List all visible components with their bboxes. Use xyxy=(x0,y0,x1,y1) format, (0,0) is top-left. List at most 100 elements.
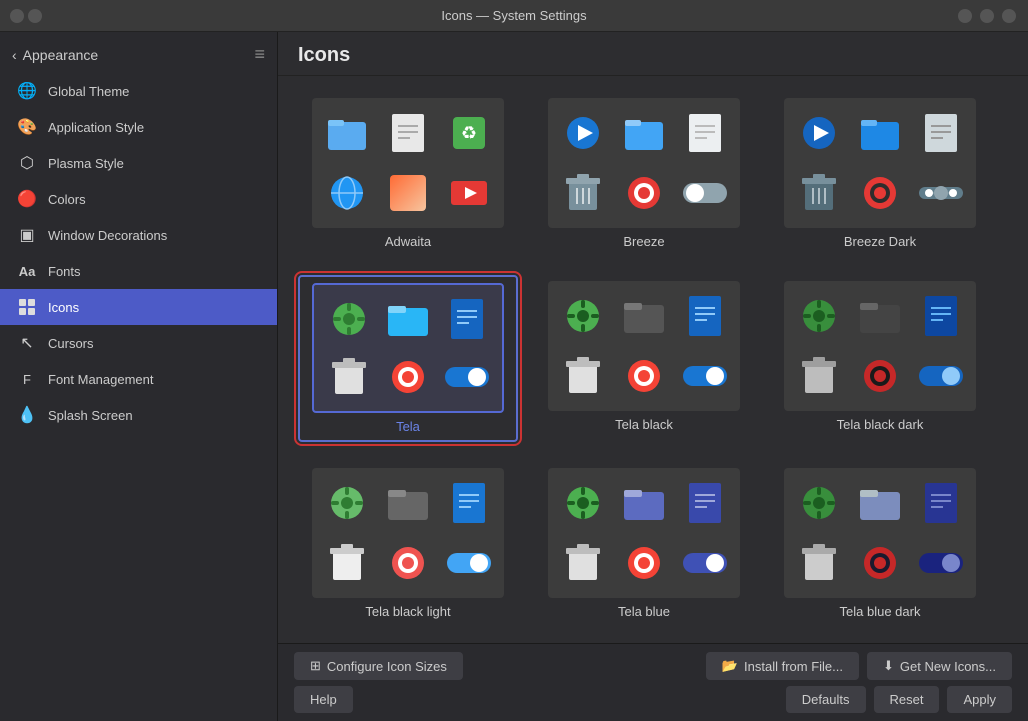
main-layout: ‹ Appearance ≡ 🌐 Global Theme 🎨 Applicat… xyxy=(0,32,1028,721)
adwaita-file xyxy=(379,104,438,162)
install-from-file-button[interactable]: 📂 Install from File... xyxy=(706,652,859,680)
sidebar-item-splash-screen[interactable]: 💧 Splash Screen xyxy=(0,397,277,433)
tela-black-dark-trash xyxy=(790,347,849,405)
tela-blue-dark-file xyxy=(911,474,970,532)
adwaita-sphere xyxy=(318,164,377,222)
global-theme-icon: 🌐 xyxy=(16,80,38,102)
tela-black-folder xyxy=(615,287,674,345)
sidebar-item-icons[interactable]: Icons xyxy=(0,289,277,325)
footer-left-buttons: Help xyxy=(294,686,353,713)
sidebar-item-label: Font Management xyxy=(48,372,154,387)
breeze-lifebuoy xyxy=(615,164,674,222)
tela-black-dark-file xyxy=(911,287,970,345)
tela-blue-settings xyxy=(554,474,613,532)
tela-black-trash xyxy=(554,347,613,405)
tela-black-toggle xyxy=(675,347,734,405)
tela-lifebuoy xyxy=(379,349,436,405)
application-style-icon: 🎨 xyxy=(16,116,38,138)
svg-text:♻: ♻ xyxy=(461,123,477,143)
sidebar-item-label: Window Decorations xyxy=(48,228,167,243)
tela-trash xyxy=(320,349,377,405)
reset-button[interactable]: Reset xyxy=(874,686,940,713)
sidebar-item-cursors[interactable]: ↖ Cursors xyxy=(0,325,277,361)
sidebar-item-label: Plasma Style xyxy=(48,156,124,171)
breeze-dark-trash xyxy=(790,164,849,222)
back-button[interactable]: ‹ Appearance xyxy=(12,47,98,63)
themes-row-2: Tela xyxy=(298,275,1008,442)
tela-blue-file xyxy=(675,474,734,532)
maximize-button[interactable] xyxy=(980,9,994,23)
theme-label-breeze-dark: Breeze Dark xyxy=(844,234,916,249)
tela-blue-dark-settings xyxy=(790,474,849,532)
sidebar-item-window-decorations[interactable]: ▣ Window Decorations xyxy=(0,217,277,253)
help-button[interactable]: Help xyxy=(294,686,353,713)
theme-card-adwaita[interactable]: ♻ xyxy=(298,92,518,255)
window-title: Icons — System Settings xyxy=(441,8,586,23)
install-icon: 📂 xyxy=(722,658,738,674)
themes-row-1: ♻ xyxy=(298,92,1008,255)
breeze-dark-folder xyxy=(851,104,910,162)
plasma-style-icon: ⬡ xyxy=(16,152,38,174)
content-area: Icons xyxy=(278,32,1028,721)
breeze-trash xyxy=(554,164,613,222)
configure-icon-sizes-button[interactable]: ⊞ Configure Icon Sizes xyxy=(294,652,463,680)
tela-black-dark-settings xyxy=(790,287,849,345)
sidebar-item-font-management[interactable]: F Font Management xyxy=(0,361,277,397)
breeze-folder xyxy=(615,104,674,162)
footer-right-buttons: Defaults Reset Apply xyxy=(786,686,1012,713)
icons-icon xyxy=(16,296,38,318)
back-icon: ‹ xyxy=(12,47,17,63)
theme-card-tela-black-dark[interactable]: Tela black dark xyxy=(770,275,990,442)
tela-black-settings xyxy=(554,287,613,345)
breeze-play xyxy=(554,104,613,162)
theme-card-tela-black[interactable]: Tela black xyxy=(534,275,754,442)
titlebar: Icons — System Settings xyxy=(0,0,1028,32)
page-title: Icons xyxy=(298,44,350,66)
theme-label-tela-blue-dark: Tela blue dark xyxy=(840,604,921,619)
theme-card-tela-blue[interactable]: Tela blue xyxy=(534,462,754,625)
icon-themes-grid: ♻ xyxy=(278,76,1028,643)
breeze-dark-slider xyxy=(911,164,970,222)
sidebar-item-application-style[interactable]: 🎨 Application Style xyxy=(0,109,277,145)
titlebar-app-icons xyxy=(10,9,42,23)
sidebar-item-label: Application Style xyxy=(48,120,144,135)
window-decorations-icon: ▣ xyxy=(16,224,38,246)
theme-card-tela[interactable]: Tela xyxy=(298,275,518,442)
splash-screen-icon: 💧 xyxy=(16,404,38,426)
footer-buttons: Help Defaults Reset Apply xyxy=(294,686,1012,713)
sidebar-item-plasma-style[interactable]: ⬡ Plasma Style xyxy=(0,145,277,181)
content-header: Icons xyxy=(278,32,1028,76)
sidebar-item-label: Splash Screen xyxy=(48,408,133,423)
theme-label-tela-blue: Tela blue xyxy=(618,604,670,619)
configure-icon-icon: ⊞ xyxy=(310,658,321,674)
tela-bl-trash xyxy=(318,534,377,592)
sidebar-item-colors[interactable]: 🔴 Colors xyxy=(0,181,277,217)
themes-row-3: Tela black light xyxy=(298,462,1008,625)
theme-card-tela-blue-dark[interactable]: Tela blue dark xyxy=(770,462,990,625)
theme-label-breeze: Breeze xyxy=(623,234,664,249)
get-new-icons-label: Get New Icons... xyxy=(900,659,996,674)
sidebar-item-label: Fonts xyxy=(48,264,81,279)
get-new-icons-button[interactable]: ⬇ Get New Icons... xyxy=(867,652,1012,680)
menu-icon[interactable]: ≡ xyxy=(254,44,265,65)
cursors-icon: ↖ xyxy=(16,332,38,354)
left-actions: ⊞ Configure Icon Sizes xyxy=(294,652,463,680)
close-button[interactable] xyxy=(1002,9,1016,23)
tela-bl-settings xyxy=(318,474,377,532)
theme-card-breeze[interactable]: Breeze xyxy=(534,92,754,255)
sidebar-item-global-theme[interactable]: 🌐 Global Theme xyxy=(0,73,277,109)
sidebar-item-label: Cursors xyxy=(48,336,94,351)
theme-card-breeze-dark[interactable]: Breeze Dark xyxy=(770,92,990,255)
theme-label-tela: Tela xyxy=(396,419,420,434)
sidebar-item-label: Colors xyxy=(48,192,86,207)
tela-blue-dark-toggle xyxy=(911,534,970,592)
sidebar-item-fonts[interactable]: Aa Fonts xyxy=(0,253,277,289)
tela-blue-trash xyxy=(554,534,613,592)
defaults-button[interactable]: Defaults xyxy=(786,686,866,713)
theme-label-adwaita: Adwaita xyxy=(385,234,431,249)
theme-card-tela-black-light[interactable]: Tela black light xyxy=(298,462,518,625)
minimize-button[interactable] xyxy=(958,9,972,23)
tela-black-lifebuoy xyxy=(615,347,674,405)
tela-bl-folder xyxy=(379,474,438,532)
apply-button[interactable]: Apply xyxy=(947,686,1012,713)
